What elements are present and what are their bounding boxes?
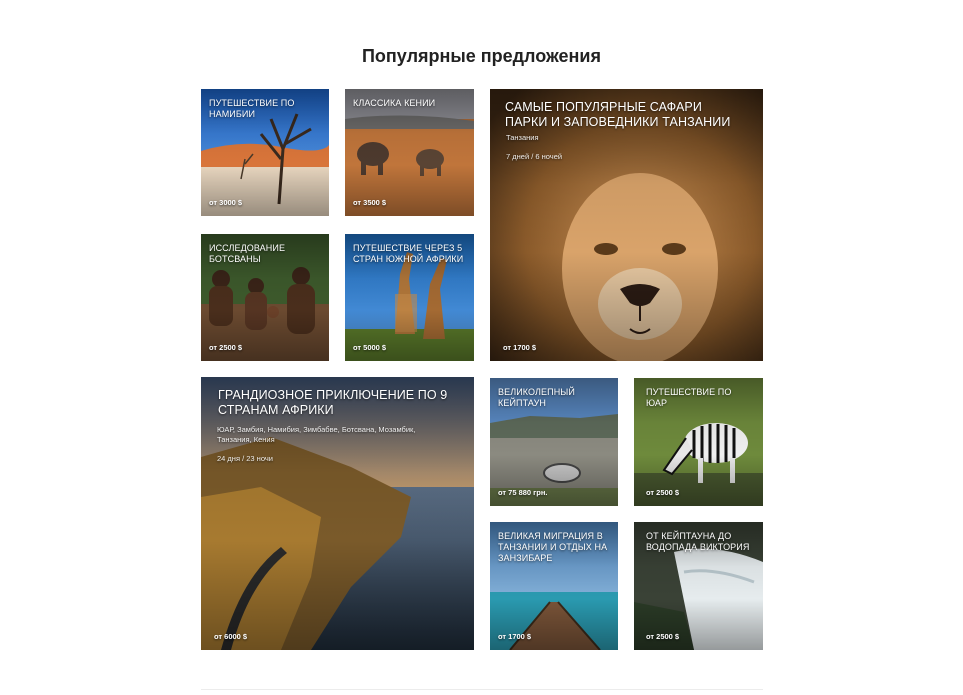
- offer-card-botswana[interactable]: Исследование Ботсваны от 2500 $: [201, 234, 329, 361]
- card-price: от 1700 $: [503, 343, 537, 352]
- offer-card-9-countries[interactable]: Грандиозное приключение по 9 странам Афр…: [201, 377, 474, 650]
- card-title: Путешествие по Намибии: [209, 98, 295, 119]
- card-price: от 3500 $: [353, 198, 387, 207]
- section-title: Популярные предложения: [361, 46, 601, 66]
- offer-card-zanzibar[interactable]: Великая миграция в Танзании и отдых на З…: [490, 522, 618, 650]
- card-title: Самые популярные сафари парки и заповедн…: [505, 100, 731, 129]
- offer-card-south-africa[interactable]: Путешествие по ЮАР от 2500 $: [634, 378, 763, 506]
- offer-card-cape-town[interactable]: Великолепный Кейптаун от 75 880 грн.: [490, 378, 618, 506]
- card-price: от 2500 $: [646, 632, 680, 641]
- card-price: от 6000 $: [214, 632, 248, 641]
- card-subtitle: ЮАР, Замбия, Намибия, Зимбабве, Ботсвана…: [217, 425, 416, 444]
- card-duration: 24 дня / 23 ночи: [217, 454, 273, 463]
- offer-card-namibia[interactable]: Путешествие по Намибии от 3000 $: [201, 89, 329, 216]
- card-subtitle: Танзания: [506, 133, 539, 142]
- card-title: Путешествие через 5 стран Южной Африки: [353, 243, 464, 264]
- card-title: Великолепный Кейптаун: [498, 387, 575, 408]
- offer-card-victoria-falls[interactable]: От Кейптауна до водопада Виктория от 250…: [634, 522, 763, 650]
- offer-card-tanzania[interactable]: Самые популярные сафари парки и заповедн…: [490, 89, 763, 361]
- card-price: от 3000 $: [209, 198, 243, 207]
- card-price: от 1700 $: [498, 632, 532, 641]
- card-price: от 5000 $: [353, 343, 387, 352]
- card-price: от 2500 $: [209, 343, 243, 352]
- card-title: Классика Кении: [353, 98, 436, 108]
- card-title: Грандиозное приключение по 9 странам Афр…: [218, 388, 448, 417]
- card-title: От Кейптауна до водопада Виктория: [646, 531, 750, 552]
- card-title: Путешествие по ЮАР: [646, 387, 732, 408]
- card-duration: 7 дней / 6 ночей: [506, 152, 563, 161]
- footer-divider: [201, 689, 763, 690]
- card-price: от 75 880 грн.: [498, 488, 548, 497]
- offer-card-kenya[interactable]: Классика Кении от 3500 $: [345, 89, 474, 216]
- page: Популярные предложения Путешествие по На…: [0, 0, 963, 695]
- card-title: Великая миграция в Танзании и отдых на З…: [498, 531, 608, 563]
- offer-card-south-africa-5[interactable]: Путешествие через 5 стран Южной Африки о…: [345, 234, 474, 361]
- card-title: Исследование Ботсваны: [209, 243, 286, 264]
- card-price: от 2500 $: [646, 488, 680, 497]
